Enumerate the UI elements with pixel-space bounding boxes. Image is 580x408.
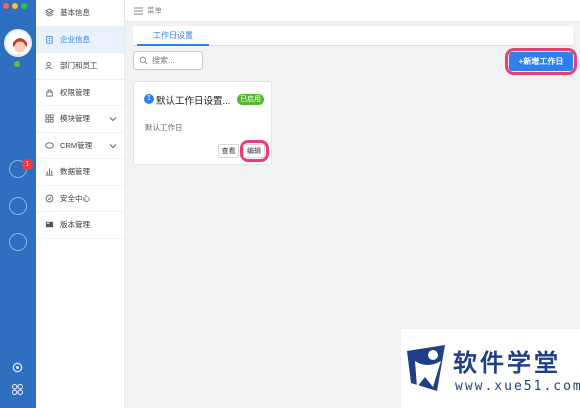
sidebar-item-data[interactable]: 数据管理 (36, 159, 124, 186)
search-box[interactable] (133, 51, 203, 70)
minimize-window-button[interactable] (12, 3, 18, 9)
status-badge: 已启用 (237, 94, 264, 105)
sidebar-item-label: 权限管理 (60, 87, 90, 97)
tab-strip: 工作日设置 (133, 26, 573, 46)
sidebar-item-label: 模块管理 (60, 114, 90, 124)
search-icon (139, 56, 148, 65)
add-workday-button[interactable]: +新增工作日 (509, 52, 573, 71)
sidebar-item-versions[interactable]: 版本管理 (36, 212, 124, 239)
users-icon (45, 62, 52, 70)
lock-icon (46, 89, 53, 97)
sidebar-item-label: CRM管理 (60, 140, 93, 150)
search-input[interactable] (152, 56, 202, 65)
sidebar-item-basic-info[interactable]: 基本信息 (36, 0, 124, 27)
watermark-brand: 软件学堂 (453, 349, 561, 377)
card-index-badge: 1 (144, 94, 154, 104)
app-rail: 1 (0, 0, 36, 408)
workday-card: 1 默认工作日设置... 已启用 默认工作日 查看 编辑 (133, 81, 272, 165)
layers-icon (45, 8, 54, 17)
sidebar-item-label: 基本信息 (60, 8, 90, 18)
sidebar-item-label: 企业信息 (60, 34, 90, 44)
crm-icon (45, 142, 54, 149)
bar-chart-icon (45, 169, 54, 176)
watermark: 软件学堂 www.xue51.com (401, 329, 580, 408)
sidebar-item-departments[interactable]: 部门和员工 (36, 53, 124, 80)
avatar[interactable] (4, 29, 32, 57)
sidebar-item-label: 部门和员工 (60, 61, 98, 71)
card-title: 默认工作日设置... (156, 96, 231, 107)
contacts-icon[interactable] (9, 197, 27, 215)
sidebar-item-label: 版本管理 (60, 220, 90, 230)
top-bar: 菜单 (125, 0, 580, 22)
watermark-url: www.xue51.com (455, 379, 580, 394)
online-status-dot (14, 61, 20, 67)
chat-badge: 1 (22, 159, 33, 170)
sidebar-item-modules[interactable]: 模块管理 (36, 106, 124, 133)
sidebar-item-crm[interactable]: CRM管理 (36, 133, 124, 159)
edit-button[interactable]: 编辑 (243, 144, 265, 158)
window-controls (3, 3, 27, 9)
settings-icon[interactable] (11, 361, 24, 374)
shield-icon (45, 194, 54, 203)
grid-icon (45, 114, 54, 123)
tab-workday-settings[interactable]: 工作日设置 (137, 26, 209, 46)
menu-icon[interactable] (134, 7, 143, 15)
version-icon (45, 222, 54, 228)
view-button[interactable]: 查看 (218, 144, 239, 158)
sidebar-item-label: 安全中心 (60, 193, 90, 203)
chevron-down-icon (109, 143, 117, 148)
modules-grid-icon[interactable] (11, 383, 24, 396)
sidebar-item-security[interactable]: 安全中心 (36, 186, 124, 212)
chevron-down-icon (109, 117, 117, 122)
settings-menu: 基本信息 企业信息 部门和员工 权限管理 模块管理 CRM管理 数据管理 安全中… (36, 0, 125, 408)
watermark-logo (407, 345, 445, 391)
card-description: 默认工作日 (145, 123, 183, 132)
menu-toggle-label[interactable]: 菜单 (147, 5, 162, 16)
building-icon (46, 35, 53, 44)
sidebar-item-company-info[interactable]: 企业信息 (36, 26, 124, 53)
close-window-button[interactable] (3, 3, 9, 9)
sidebar-item-permissions[interactable]: 权限管理 (36, 80, 124, 106)
maximize-window-button[interactable] (21, 3, 27, 9)
apps-icon[interactable] (9, 233, 27, 251)
sidebar-item-label: 数据管理 (60, 167, 90, 177)
